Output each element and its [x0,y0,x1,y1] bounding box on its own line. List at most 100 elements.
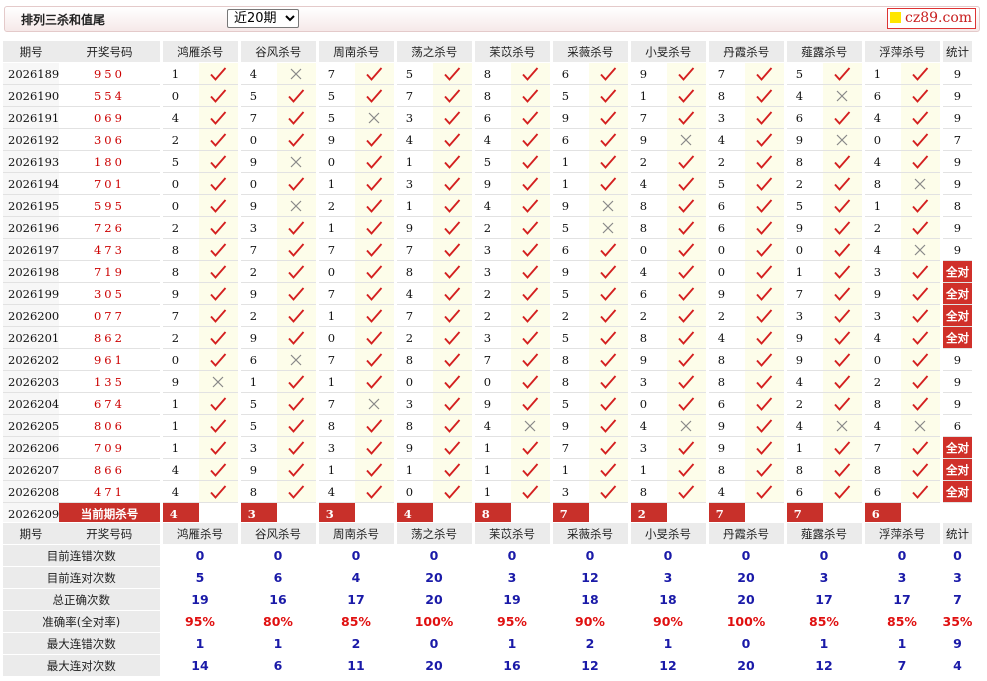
check-mark-icon [511,106,552,129]
kill-number: 0 [315,150,356,173]
check-mark-icon [433,392,474,415]
kill-number: 4 [861,106,902,129]
draw-number: 306 [59,128,162,151]
check-mark-icon [823,62,864,85]
kill-number: 8 [861,458,902,481]
stats-value: 0 [705,632,785,655]
stats-value: 90% [549,610,629,633]
kill-number: 8 [471,62,512,85]
check-mark-icon [901,370,942,393]
kill-number: 1 [159,62,200,85]
kill-number: 7 [315,62,356,85]
check-mark-icon [901,436,942,459]
kill-number: 6 [471,106,512,129]
check-mark-icon [589,458,630,481]
kill-number: 9 [393,216,434,239]
check-mark-icon [511,458,552,481]
draw-number: 069 [59,106,162,129]
check-mark-icon [199,480,240,503]
check-mark-icon [355,216,396,239]
col-header-total: 统计 [939,40,973,63]
kill-number: 1 [549,458,590,481]
kill-number: 3 [393,392,434,415]
kill-number: 2 [315,194,356,217]
kill-number: 8 [783,458,824,481]
kill-number: 0 [393,480,434,503]
kill-number: 8 [627,194,668,217]
check-mark-icon [355,326,396,349]
kill-number: 9 [783,326,824,349]
draw-number: 595 [59,194,162,217]
stats-value: 14 [159,654,239,677]
kill-number: 4 [159,458,200,481]
kill-number: 9 [159,282,200,305]
kill-number: 9 [627,62,668,85]
check-mark-icon [277,370,318,393]
check-mark-icon [433,370,474,393]
stats-value: 1 [627,632,707,655]
issue-cell: 2026189 [3,62,60,85]
check-mark-icon [745,150,786,173]
check-mark-icon [199,392,240,415]
check-mark-icon [667,282,708,305]
kill-number: 0 [237,172,278,195]
check-mark-icon [667,348,708,371]
stats-value: 0 [237,544,317,567]
kill-number: 8 [549,370,590,393]
stats-label: 目前连错次数 [3,544,161,567]
check-mark-icon [745,62,786,85]
stats-header-expert: 丹霞杀号 [705,522,785,545]
check-mark-icon [823,216,864,239]
table-row: 2026196 726 2 3 1 9 2 5 8 6 9 2 9 [3,216,973,239]
check-mark-icon [745,304,786,327]
kill-number: 2 [159,326,200,349]
site-logo[interactable]: cz89.com [887,8,977,29]
check-mark-icon [433,172,474,195]
stats-label: 总正确次数 [3,588,161,611]
table-row: 2026190 554 0 5 5 7 8 5 1 8 4 6 9 [3,84,973,107]
check-mark-icon [433,238,474,261]
check-mark-icon [355,414,396,437]
stats-total: 35% [939,610,973,633]
stats-value: 19 [471,588,551,611]
stats-value: 12 [783,654,863,677]
check-mark-icon [355,128,396,151]
stats-value: 1 [237,632,317,655]
stats-value: 100% [705,610,785,633]
kill-number: 8 [705,348,746,371]
check-mark-icon [433,194,474,217]
col-header-expert: 苿苡杀号 [471,40,552,63]
stats-value: 1 [861,632,941,655]
kill-number: 9 [237,150,278,173]
draw-number: 473 [59,238,162,261]
stats-value: 0 [471,544,551,567]
check-mark-icon [355,480,396,503]
check-mark-icon [901,326,942,349]
stats-value: 0 [393,632,473,655]
kill-number: 4 [393,282,434,305]
check-mark-icon [355,84,396,107]
issue-cell: 2026190 [3,84,60,107]
draw-number: 077 [59,304,162,327]
cross-mark-icon [199,370,240,393]
issue-cell: 2026205 [3,414,60,437]
total-cell: 7 [939,128,973,151]
kill-number: 1 [237,370,278,393]
col-header-expert: 荡之杀号 [393,40,474,63]
stats-header-draw: 开奖号码 [59,522,161,545]
check-mark-icon [667,370,708,393]
kill-number: 4 [315,480,356,503]
period-select[interactable]: 近20期 [227,9,299,28]
check-mark-icon [511,62,552,85]
check-mark-icon [745,128,786,151]
kill-number: 5 [315,106,356,129]
check-mark-icon [589,326,630,349]
logo-square-icon [890,12,901,23]
kill-number: 8 [705,84,746,107]
kill-number: 3 [627,370,668,393]
issue-cell: 2026195 [3,194,60,217]
issue-cell: 2026193 [3,150,60,173]
check-mark-icon [823,106,864,129]
kill-number: 1 [159,436,200,459]
check-mark-icon [277,128,318,151]
